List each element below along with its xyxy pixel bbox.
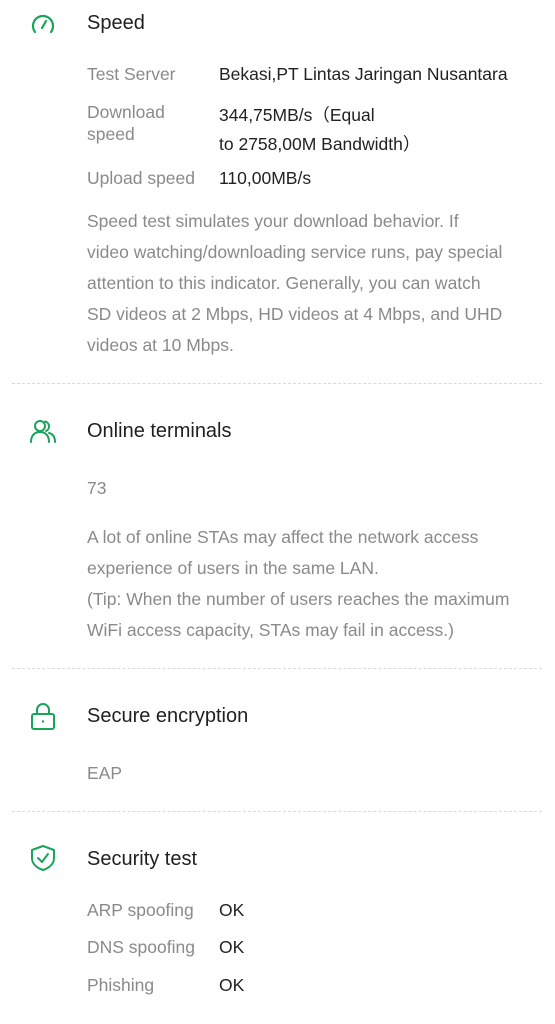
terminals-title: Online terminals: [87, 420, 232, 442]
speed-description-line: Speed test simulates your download behav…: [87, 211, 459, 231]
dns-spoofing-label: DNS spoofing: [87, 937, 195, 957]
download-speed-value: 344,75MB/s（Equal to 2758,00M Bandwidth）: [219, 101, 420, 159]
download-speed-label: Download speed: [87, 101, 165, 145]
users-icon: [28, 416, 58, 446]
download-label-line1: Download: [87, 102, 165, 122]
arp-spoofing-label: ARP spoofing: [87, 900, 194, 920]
arp-spoofing-value: OK: [219, 900, 245, 920]
speed-description: Speed test simulates your download behav…: [87, 206, 537, 361]
phishing-label: Phishing: [87, 975, 155, 995]
test-server-label: Test Server: [87, 64, 176, 84]
terminals-description-line: experience of users in the same LAN.: [87, 558, 379, 578]
shield-check-icon: [28, 843, 58, 873]
terminals-count: 73: [87, 478, 107, 498]
speedometer-icon: [28, 9, 58, 39]
terminals-description-line: (Tip: When the number of users reaches t…: [87, 589, 510, 609]
speed-description-line: videos at 10 Mbps.: [87, 335, 234, 355]
dns-spoofing-value: OK: [219, 937, 245, 957]
divider: [12, 811, 542, 812]
speed-description-line: video watching/downloading service runs,…: [87, 242, 503, 262]
upload-speed-value: 110,00MB/s: [219, 168, 312, 188]
security-title: Security test: [87, 848, 198, 870]
speed-title: Speed: [87, 12, 145, 34]
speed-description-line: SD videos at 2 Mbps, HD videos at 4 Mbps…: [87, 304, 503, 324]
terminals-description-line: WiFi access capacity, STAs may fail in a…: [87, 620, 454, 640]
lock-icon: [28, 702, 58, 732]
upload-speed-label: Upload speed: [87, 168, 195, 188]
divider: [12, 668, 542, 669]
download-value-line2: to 2758,00M Bandwidth）: [219, 134, 421, 154]
download-label-line2: speed: [87, 124, 135, 144]
speed-description-line: attention to this indicator. Generally, …: [87, 273, 481, 293]
divider: [12, 383, 542, 384]
encryption-title: Secure encryption: [87, 705, 249, 727]
phishing-value: OK: [219, 975, 245, 995]
terminals-description-line: A lot of online STAs may affect the netw…: [87, 527, 479, 547]
encryption-value: EAP: [87, 763, 123, 783]
terminals-description: A lot of online STAs may affect the netw…: [87, 522, 537, 646]
test-server-value: Bekasi,PT Lintas Jaringan Nusantara: [219, 64, 508, 84]
download-value-line1: 344,75MB/s（Equal: [219, 105, 375, 125]
